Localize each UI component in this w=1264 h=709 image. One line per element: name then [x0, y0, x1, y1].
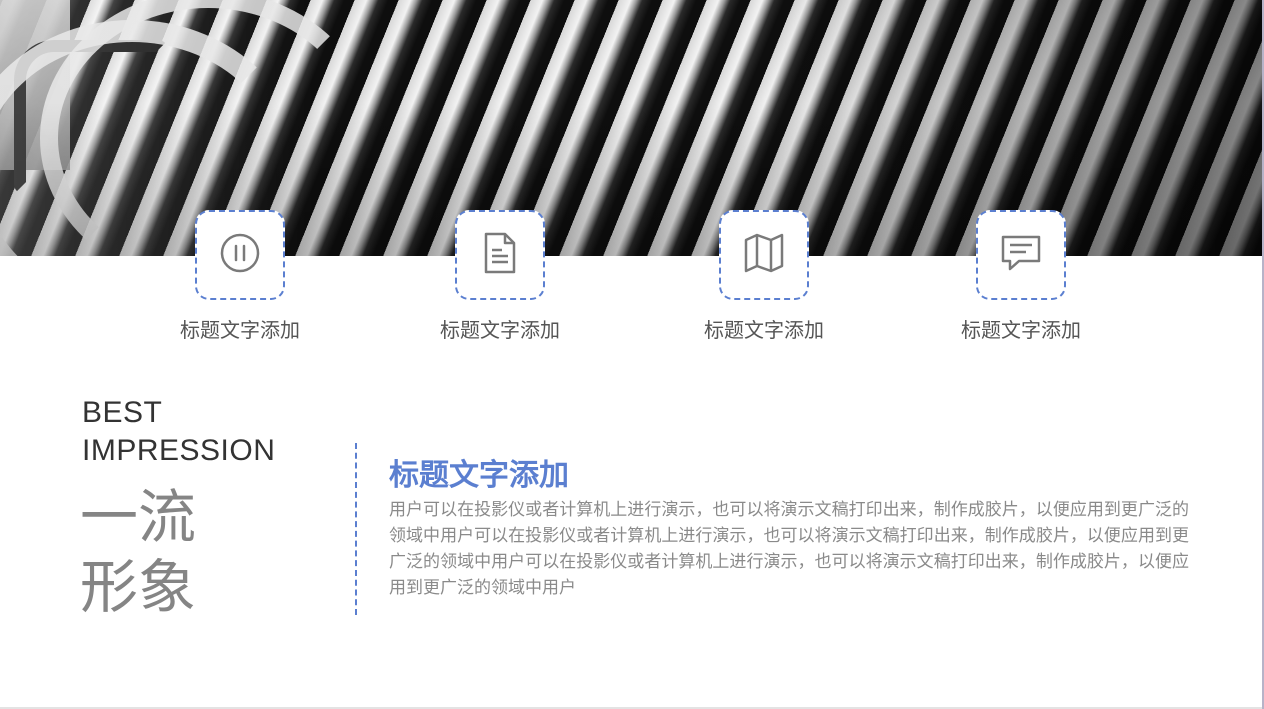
feature-item-3[interactable]: 标题文字添加 [664, 210, 864, 343]
feature-item-1[interactable]: 标题文字添加 [140, 210, 340, 343]
feature-item-2[interactable]: 标题文字添加 [400, 210, 600, 343]
feature-label: 标题文字添加 [704, 318, 824, 342]
headline-cn-line1: 一流 [80, 483, 197, 551]
pause-circle-icon [219, 232, 261, 278]
feature-icon-box[interactable] [719, 210, 809, 300]
content-title: 标题文字添加 [389, 458, 569, 493]
feature-label: 标题文字添加 [961, 318, 1081, 342]
headline-english: BEST IMPRESSION [82, 394, 275, 470]
chat-icon [999, 232, 1043, 278]
headline-chinese: 一流 形象 [80, 482, 196, 622]
feature-icon-box[interactable] [195, 210, 285, 300]
map-icon [742, 232, 786, 278]
feature-label: 标题文字添加 [180, 318, 300, 342]
headline-cn-line2: 形象 [80, 553, 197, 621]
feature-label: 标题文字添加 [440, 318, 560, 342]
slide: 标题文字添加 标题文字添加 标题文字添加 标题文字添加 BEST IMPRESS… [0, 0, 1264, 709]
feature-item-4[interactable]: 标题文字添加 [921, 210, 1121, 343]
headline-line-best: BEST [82, 396, 163, 429]
headline-line-impression: IMPRESSION [82, 434, 276, 467]
dashed-divider [355, 443, 357, 615]
content-body: 用户可以在投影仪或者计算机上进行演示，也可以将演示文稿打印出来，制作成胶片，以便… [389, 500, 1189, 598]
feature-icon-box[interactable] [976, 210, 1066, 300]
document-icon [480, 231, 520, 279]
feature-icon-box[interactable] [455, 210, 545, 300]
